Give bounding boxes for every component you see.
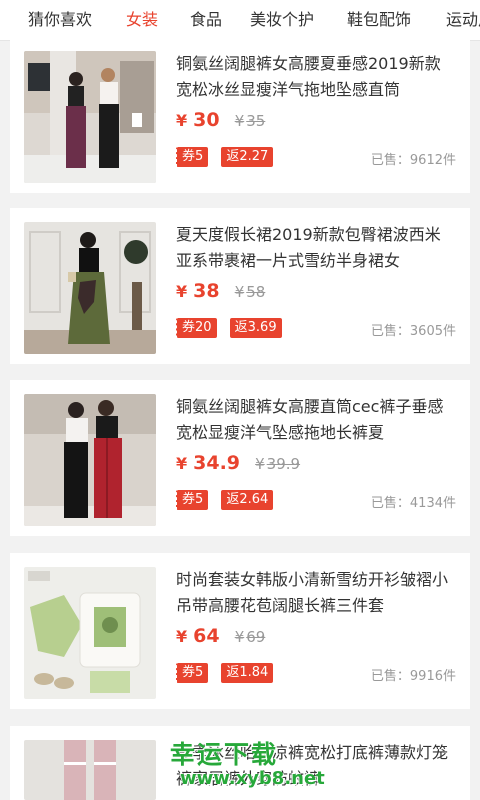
tab-shoes-bags[interactable]: 鞋包配饰 xyxy=(347,0,411,40)
original-price: ¥39.9 xyxy=(255,455,301,473)
price-row: ¥34.9 ¥39.9 xyxy=(176,452,300,482)
current-price: ¥64 xyxy=(176,625,220,647)
tab-sports[interactable]: 运动户外 xyxy=(446,0,480,40)
price-row: ¥64 ¥69 xyxy=(176,625,265,655)
product-image[interactable] xyxy=(24,567,156,699)
product-title[interactable]: 铜氨丝阔腿裤女高腰夏垂感2019新款宽松冰丝显瘦洋气拖地坠感直筒 xyxy=(176,51,456,103)
badges: 券5 返1.84 xyxy=(176,663,281,685)
sold-count: 已售：4134件 xyxy=(370,496,456,511)
current-price: ¥30 xyxy=(176,109,220,131)
product-image[interactable] xyxy=(24,222,156,354)
watermark-url: www.xyb8.net xyxy=(180,768,325,789)
original-price: ¥69 xyxy=(234,628,266,646)
watermark-text: 幸运下载 xyxy=(170,740,279,769)
coupon-badge[interactable]: 券5 xyxy=(176,147,209,167)
product-title[interactable]: 夏天度假长裙2019新款包臀裙波西米亚系带裹裙一片式雪纺半身裙女 xyxy=(176,222,456,274)
product-card[interactable]: 铜氨丝阔腿裤女高腰夏垂感2019新款宽松冰丝显瘦洋气拖地坠感直筒 ¥30 ¥35… xyxy=(10,37,470,193)
tab-food[interactable]: 食品 xyxy=(190,0,222,40)
product-card[interactable]: 时尚套装女韩版小清新雪纺开衫皱褶小吊带高腰花苞阔腿长裤三件套 ¥64 ¥69 券… xyxy=(10,553,470,709)
badges: 券20 返3.69 xyxy=(176,318,290,340)
rebate-badge: 返3.69 xyxy=(229,318,282,338)
original-price: ¥35 xyxy=(234,112,266,130)
badges: 券5 返2.64 xyxy=(176,490,281,512)
price-row: ¥30 ¥35 xyxy=(176,109,265,139)
coupon-badge[interactable]: 券20 xyxy=(176,318,217,338)
tab-recommend[interactable]: 猜你喜欢 xyxy=(28,0,92,40)
sold-count: 已售：9916件 xyxy=(370,669,456,684)
product-image[interactable] xyxy=(24,740,156,800)
rebate-badge: 返2.64 xyxy=(221,490,274,510)
category-tabs: 猜你喜欢 女装 食品 美妆个护 鞋包配饰 运动户外 xyxy=(0,0,480,41)
sold-count: 已售：3605件 xyxy=(370,324,456,339)
product-image[interactable] xyxy=(24,51,156,183)
current-price: ¥34.9 xyxy=(176,452,241,474)
current-price: ¥38 xyxy=(176,280,220,302)
product-image[interactable] xyxy=(24,394,156,526)
product-title[interactable]: 时尚套装女韩版小清新雪纺开衫皱褶小吊带高腰花苞阔腿长裤三件套 xyxy=(176,567,456,619)
product-card[interactable]: 夏天度假长裙2019新款包臀裙波西米亚系带裹裙一片式雪纺半身裙女 ¥38 ¥58… xyxy=(10,208,470,364)
price-row: ¥38 ¥58 xyxy=(176,280,265,310)
sold-count: 已售：9612件 xyxy=(370,153,456,168)
product-card[interactable]: 铜氨丝阔腿裤女高腰直筒cec裤子垂感宽松显瘦洋气坠感拖地长裤夏 ¥34.9 ¥3… xyxy=(10,380,470,536)
coupon-badge[interactable]: 券5 xyxy=(176,663,209,683)
product-title[interactable]: 铜氨丝阔腿裤女高腰直筒cec裤子垂感宽松显瘦洋气坠感拖地长裤夏 xyxy=(176,394,456,446)
badges: 券5 返2.27 xyxy=(176,147,281,169)
tab-womens-clothing[interactable]: 女装 xyxy=(126,0,158,40)
rebate-badge: 返2.27 xyxy=(221,147,274,167)
rebate-badge: 返1.84 xyxy=(221,663,274,683)
tab-beauty[interactable]: 美妆个护 xyxy=(250,0,314,40)
coupon-badge[interactable]: 券5 xyxy=(176,490,209,510)
original-price: ¥58 xyxy=(234,283,266,301)
